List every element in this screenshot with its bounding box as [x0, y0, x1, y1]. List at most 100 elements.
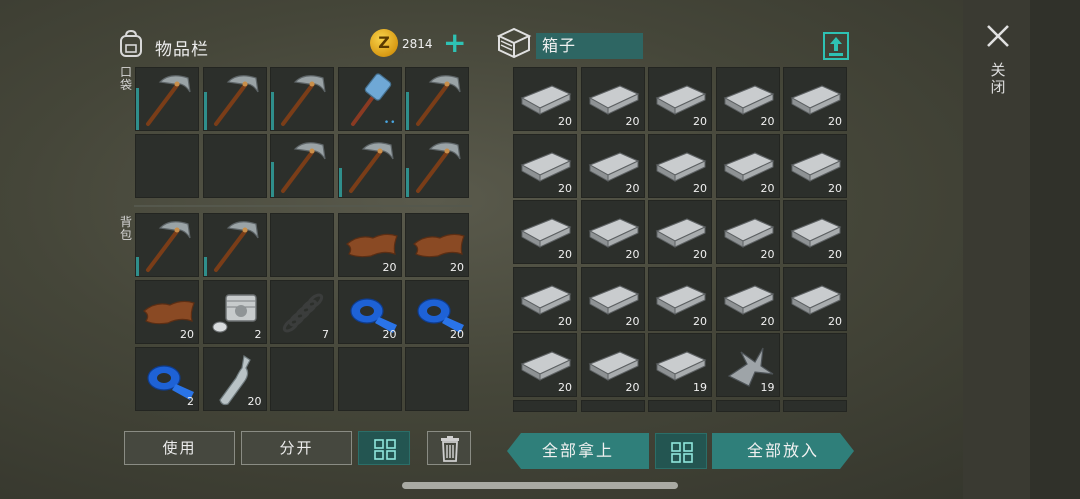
box-slot[interactable]: 20	[580, 133, 645, 198]
box-slot[interactable]	[783, 333, 847, 397]
backpack-slot[interactable]: 20	[135, 280, 199, 344]
box-slot[interactable]: 20	[783, 67, 847, 131]
box-slot[interactable]: 20	[513, 266, 577, 331]
box-slot[interactable]: 20	[513, 333, 577, 397]
trash-button[interactable]	[427, 431, 471, 465]
close-label[interactable]: 关闭	[990, 62, 1006, 96]
box-slot[interactable]: 20	[715, 200, 780, 264]
box-icon	[496, 27, 532, 59]
slot-quantity: 20	[625, 115, 640, 128]
box-slot[interactable]: 19	[648, 333, 712, 397]
put-all-button[interactable]: 全部放入	[712, 433, 854, 469]
slot-quantity: 19	[760, 381, 775, 394]
box-slot[interactable]: 20	[580, 67, 645, 131]
durability-bar	[406, 168, 409, 197]
pocket-slot[interactable]	[135, 134, 199, 198]
backpack-slot[interactable]	[270, 347, 334, 411]
box-slot[interactable]: 19	[715, 333, 780, 397]
backpack-slot[interactable]: 20	[337, 213, 402, 277]
box-name-field[interactable]: 箱子	[536, 33, 643, 59]
slot-quantity: 20	[180, 328, 194, 341]
pocket-slot[interactable]	[270, 134, 334, 198]
box-slot[interactable]: 20	[783, 266, 847, 331]
box-slot[interactable]: 20	[783, 200, 847, 264]
close-icon[interactable]	[984, 22, 1012, 50]
pocket-slot[interactable]: ••	[337, 67, 402, 131]
box-slot[interactable]: 20	[580, 266, 645, 331]
take-all-button[interactable]: 全部拿上	[507, 433, 649, 469]
section-divider	[134, 205, 472, 207]
box-slot[interactable]	[513, 400, 577, 412]
backpack-slot[interactable]	[135, 213, 199, 277]
pocket-slot[interactable]	[405, 134, 469, 198]
slot-quantity: 20	[625, 381, 640, 394]
box-slot[interactable]: 20	[648, 200, 712, 264]
upload-icon[interactable]	[822, 31, 850, 61]
pocket-slot[interactable]	[202, 134, 267, 198]
slot-quantity: 20	[450, 328, 464, 341]
pocket-slot[interactable]	[337, 134, 402, 198]
box-slot[interactable]: 20	[513, 200, 577, 264]
box-slot[interactable]	[580, 400, 645, 412]
backpack-slot[interactable]	[337, 347, 402, 411]
pocket-label: 口袋	[119, 65, 132, 92]
sort-inventory-button[interactable]	[358, 431, 410, 465]
slot-quantity: 20	[760, 248, 775, 261]
box-slot[interactable]	[648, 400, 712, 412]
pocket-slot[interactable]	[202, 67, 267, 131]
backpack-slot[interactable]: 20	[405, 280, 469, 344]
box-slot[interactable]: 20	[580, 333, 645, 397]
box-slot[interactable]: 20	[580, 200, 645, 264]
box-slot[interactable]: 20	[513, 67, 577, 131]
backpack-slot[interactable]: 20	[337, 280, 402, 344]
box-slot[interactable]: 20	[648, 266, 712, 331]
split-button[interactable]: 分开	[241, 431, 352, 465]
backpack-slot[interactable]: 2	[202, 280, 267, 344]
use-button[interactable]: 使用	[124, 431, 235, 465]
durability-bar	[136, 257, 139, 276]
pocket-slot[interactable]	[405, 67, 469, 131]
box-slot[interactable]: 20	[648, 67, 712, 131]
backpack-slot[interactable]	[202, 213, 267, 277]
backpack-slot[interactable]: 20	[202, 347, 267, 411]
pocket-slot[interactable]	[270, 67, 334, 131]
backpack-slot[interactable]	[405, 347, 469, 411]
home-indicator[interactable]	[402, 482, 678, 489]
slot-quantity: 20	[450, 261, 464, 274]
durability-bar	[271, 162, 274, 197]
box-slot[interactable]: 20	[783, 133, 847, 198]
slot-quantity: 20	[558, 314, 572, 328]
slot-quantity: 20	[625, 181, 640, 195]
slot-quantity: 2	[187, 395, 194, 408]
coin-icon: Z	[370, 29, 398, 57]
slot-quantity: 20	[828, 248, 842, 261]
box-slot[interactable]: 20	[715, 133, 780, 198]
backpack-slot[interactable]: 20	[405, 213, 469, 277]
box-slot[interactable]: 20	[715, 67, 780, 131]
add-coins-button[interactable]: +	[443, 29, 466, 57]
box-slot[interactable]	[715, 400, 780, 412]
box-slot[interactable]: 20	[715, 266, 780, 331]
slot-quantity: 20	[558, 381, 572, 394]
slot-quantity: 20	[693, 181, 707, 195]
slot-quantity: 19	[693, 381, 707, 394]
slot-quantity: 20	[828, 181, 842, 195]
pocket-slot[interactable]	[135, 67, 199, 131]
sort-box-button[interactable]	[655, 433, 707, 469]
durability-bar	[136, 88, 139, 130]
backpack-slot[interactable]: 2	[135, 347, 199, 411]
box-slot[interactable]: 20	[513, 133, 577, 198]
durability-bar	[338, 168, 342, 197]
backpack-slot[interactable]	[270, 213, 334, 277]
box-slot[interactable]	[783, 400, 847, 412]
box-slot[interactable]: 20	[648, 133, 712, 198]
inventory-title: 物品栏	[155, 40, 209, 60]
upgrade-dots: ••	[383, 118, 397, 128]
slot-quantity: 20	[382, 328, 397, 341]
grid-sort-icon	[671, 442, 693, 463]
slot-quantity: 2	[254, 328, 262, 341]
backpack-icon	[120, 30, 142, 57]
slot-quantity: 20	[558, 181, 572, 195]
backpack-slot[interactable]: 7	[270, 280, 334, 344]
slot-quantity: 20	[558, 248, 572, 261]
